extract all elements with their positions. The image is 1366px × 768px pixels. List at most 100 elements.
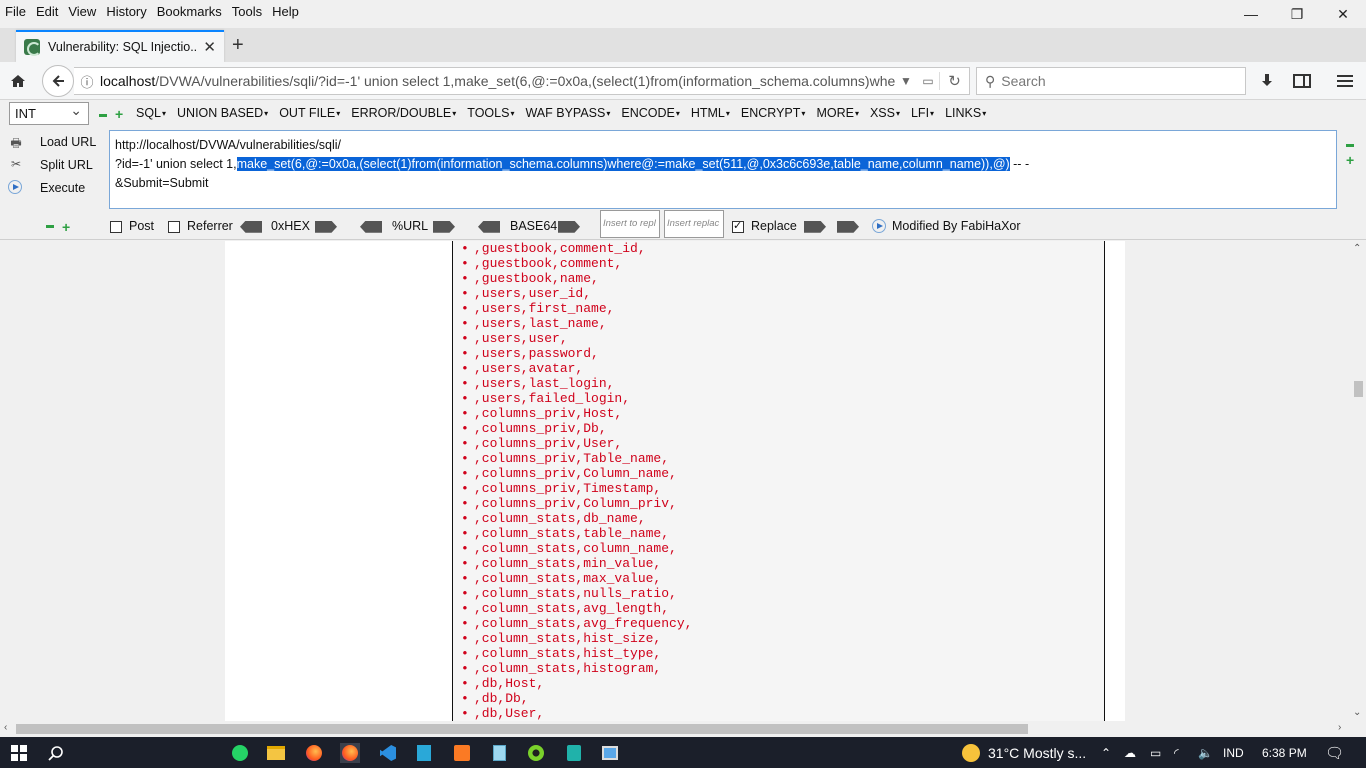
result-item: ,columns_priv,Db, xyxy=(461,421,1104,436)
sublime-icon[interactable] xyxy=(414,743,434,763)
result-item: ,users,user_id, xyxy=(461,286,1104,301)
scroll-down-icon[interactable]: ⌄ xyxy=(1353,707,1361,718)
plus-icon[interactable]: + xyxy=(115,105,123,121)
referrer-checkbox[interactable]: Referrer xyxy=(168,219,233,233)
new-tab-button[interactable]: + xyxy=(232,34,244,57)
url-encode-label: %URL xyxy=(392,219,429,233)
options-minus-icon[interactable] xyxy=(46,219,54,233)
hex-decode-icon[interactable] xyxy=(240,219,262,233)
scroll-right-icon[interactable]: › xyxy=(1338,722,1341,733)
execute-button[interactable]: Execute xyxy=(8,176,96,199)
search-box[interactable]: ⚲ Search xyxy=(976,67,1246,95)
menu-links[interactable]: LINKS xyxy=(945,106,986,120)
battery-icon[interactable]: ▭ xyxy=(1150,737,1161,768)
tab-close-icon[interactable]: ✕ xyxy=(203,38,216,56)
menu-html[interactable]: HTML xyxy=(691,106,730,120)
search-taskbar-icon[interactable] xyxy=(46,743,66,763)
dropdown-arrow-icon[interactable]: ▼ xyxy=(895,74,917,88)
horizontal-scrollbar[interactable]: ‹ › xyxy=(0,721,1350,737)
result-item: ,column_stats,db_name, xyxy=(461,511,1104,526)
menu-history[interactable]: History xyxy=(101,4,151,19)
menu-tools-hb[interactable]: TOOLS xyxy=(467,106,514,120)
menu-view[interactable]: View xyxy=(63,4,101,19)
reader-view-icon[interactable]: ▭ xyxy=(917,74,939,88)
menu-out-file[interactable]: OUT FILE xyxy=(279,106,340,120)
result-item: ,users,password, xyxy=(461,346,1104,361)
menu-sql[interactable]: SQL xyxy=(136,106,166,120)
volume-icon[interactable]: 🔈 xyxy=(1198,737,1213,768)
downloads-icon[interactable] xyxy=(1258,67,1276,95)
notepad-icon[interactable] xyxy=(489,743,509,763)
insert-replacement-input[interactable]: Insert replac xyxy=(664,210,724,238)
menu-xss[interactable]: XSS xyxy=(870,106,900,120)
menu-encrypt[interactable]: ENCRYPT xyxy=(741,106,806,120)
url-text[interactable]: localhost/DVWA/vulnerabilities/sqli/?id=… xyxy=(100,73,895,89)
menu-file[interactable]: File xyxy=(0,4,31,19)
vertical-scrollbar[interactable]: ⌃ ⌄ xyxy=(1350,241,1366,721)
home-icon[interactable] xyxy=(8,67,28,95)
insert-to-replace-input[interactable]: Insert to repl xyxy=(600,210,660,238)
int-select[interactable]: INT xyxy=(9,102,89,125)
notifications-icon[interactable]: 🗨 xyxy=(1325,737,1344,768)
firefox-icon[interactable] xyxy=(304,743,324,763)
reload-icon[interactable]: ↻ xyxy=(939,72,969,90)
replace-checkbox[interactable]: Replace xyxy=(732,219,797,233)
menu-encode[interactable]: ENCODE xyxy=(621,106,680,120)
app-green-icon[interactable] xyxy=(526,743,546,763)
weather-widget[interactable]: 31°C Mostly s... xyxy=(962,737,1086,768)
firefox-active-icon[interactable] xyxy=(340,743,360,763)
windows-start-icon[interactable] xyxy=(9,743,29,763)
close-window-button[interactable]: ✕ xyxy=(1320,0,1366,28)
menu-tools[interactable]: Tools xyxy=(227,4,267,19)
post-checkbox[interactable]: Post xyxy=(110,219,154,233)
split-url-button[interactable]: ✂ Split URL xyxy=(8,153,96,176)
info-icon[interactable]: ⓘ xyxy=(74,72,100,91)
clock[interactable]: 6:38 PM xyxy=(1262,737,1307,768)
network-app-icon[interactable] xyxy=(600,743,620,763)
app-teal-icon[interactable] xyxy=(564,743,584,763)
horizontal-scroll-thumb[interactable] xyxy=(16,724,1028,734)
hackbar-url-textarea[interactable]: http://localhost/DVWA/vulnerabilities/sq… xyxy=(109,130,1337,209)
tab-sqli[interactable]: Vulnerability: SQL Injectio... ✕ xyxy=(16,30,224,62)
menu-edit[interactable]: Edit xyxy=(31,4,63,19)
xampp-icon[interactable] xyxy=(452,743,472,763)
menu-help[interactable]: Help xyxy=(267,4,304,19)
menu-error-double[interactable]: ERROR/DOUBLE xyxy=(351,106,456,120)
whatsapp-icon[interactable] xyxy=(230,743,250,763)
base64-decode-icon[interactable] xyxy=(478,219,500,233)
replace-all-icon[interactable] xyxy=(837,219,859,233)
scroll-left-icon[interactable]: ‹ xyxy=(4,722,7,733)
vscode-icon[interactable] xyxy=(378,743,398,763)
hex-encode-icon[interactable] xyxy=(315,219,337,233)
scroll-up-icon[interactable]: ⌃ xyxy=(1353,243,1361,254)
load-url-button[interactable]: 🖶 Load URL xyxy=(8,130,96,153)
wifi-icon[interactable]: ◜ xyxy=(1174,737,1179,768)
back-button[interactable] xyxy=(42,65,74,97)
textarea-plus-icon[interactable]: + xyxy=(1346,151,1354,167)
replace-go-icon[interactable] xyxy=(804,219,826,233)
menu-union-based[interactable]: UNION BASED xyxy=(177,106,268,120)
sidebar-icon[interactable] xyxy=(1293,67,1311,95)
textarea-minus-icon[interactable] xyxy=(1346,137,1354,152)
menu-lfi[interactable]: LFI xyxy=(911,106,934,120)
result-item: ,db,User, xyxy=(461,706,1104,721)
language-indicator[interactable]: IND xyxy=(1223,737,1244,768)
tray-chevron-icon[interactable]: ⌃ xyxy=(1101,737,1111,768)
base64-encode-icon[interactable] xyxy=(558,219,580,233)
minimize-button[interactable]: — xyxy=(1228,0,1274,28)
url-decode-icon[interactable] xyxy=(360,219,382,233)
menu-bookmarks[interactable]: Bookmarks xyxy=(152,4,227,19)
url-encode-icon[interactable] xyxy=(433,219,455,233)
file-explorer-icon[interactable] xyxy=(266,743,286,763)
menu-more[interactable]: MORE xyxy=(816,106,859,120)
vertical-scroll-thumb[interactable] xyxy=(1354,381,1363,397)
url-bar[interactable]: ⓘ localhost/DVWA/vulnerabilities/sqli/?i… xyxy=(74,67,970,95)
onedrive-icon[interactable]: ☁ xyxy=(1124,737,1136,768)
minus-icon[interactable] xyxy=(99,107,107,122)
restore-button[interactable]: ❐ xyxy=(1274,0,1320,28)
result-item: ,columns_priv,Timestamp, xyxy=(461,481,1104,496)
options-plus-icon[interactable]: + xyxy=(62,219,70,234)
menu-waf-bypass[interactable]: WAF BYPASS xyxy=(525,106,610,120)
hamburger-menu-icon[interactable] xyxy=(1336,67,1354,95)
hackbar-toolbar: INT + SQL UNION BASED OUT FILE ERROR/DOU… xyxy=(0,100,1366,127)
